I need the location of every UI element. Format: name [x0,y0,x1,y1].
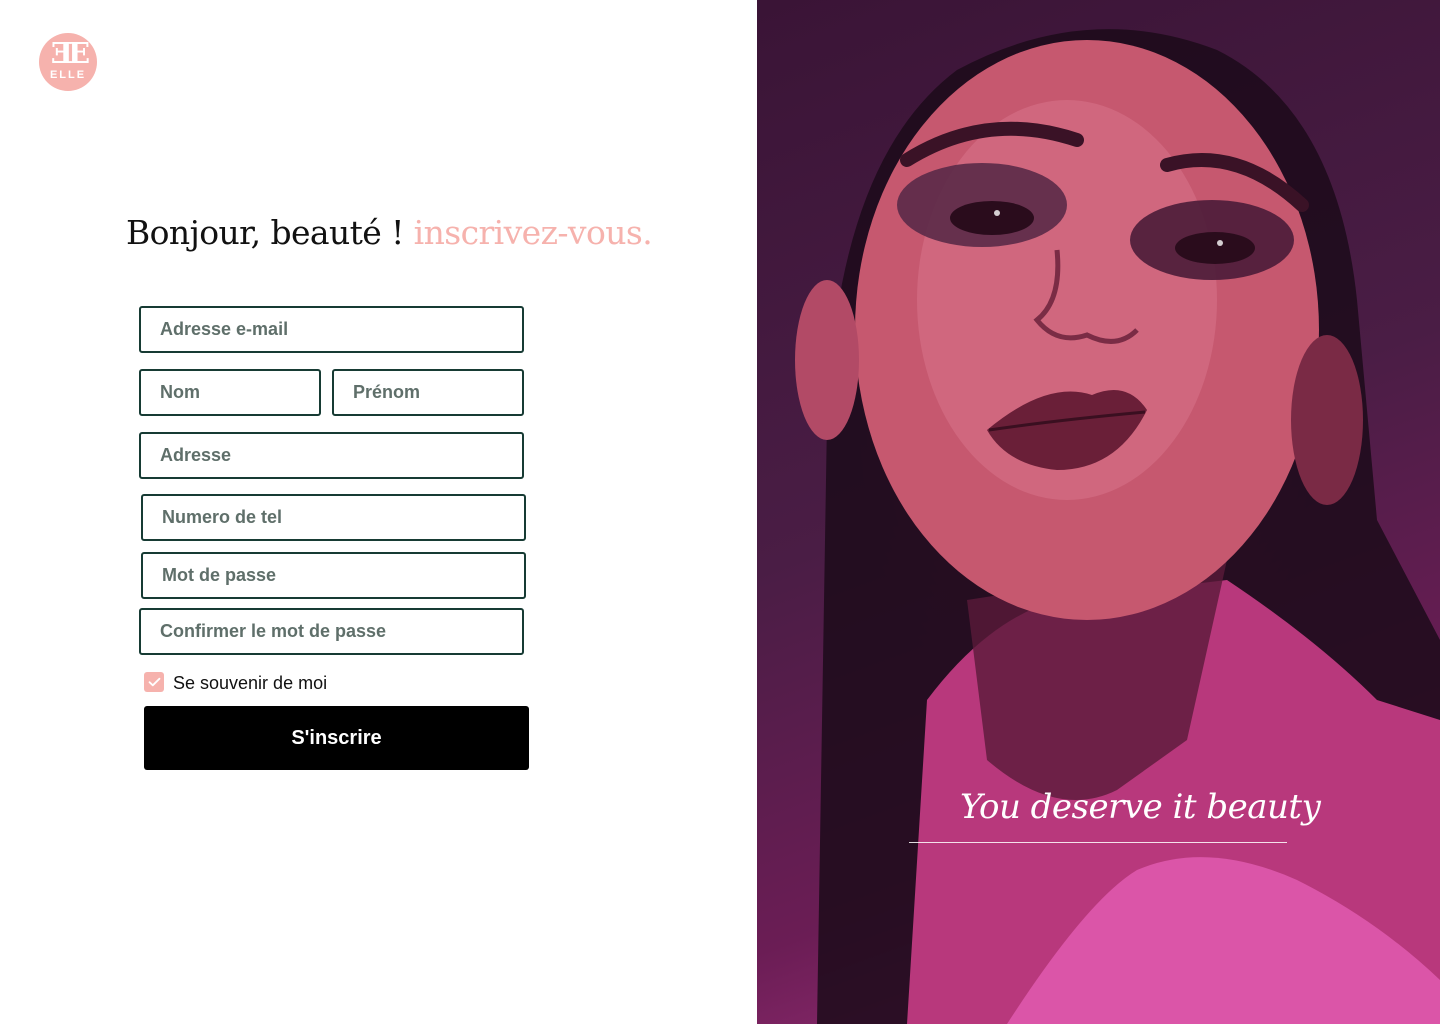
address-field[interactable] [139,432,524,479]
portrait-illustration [795,29,1440,1024]
confirm-password-field[interactable] [139,608,524,655]
logo-text: ELLE [49,69,87,81]
firstname-field[interactable] [332,369,524,416]
remember-checkbox[interactable] [144,672,164,692]
email-field[interactable] [139,306,524,353]
lastname-field[interactable] [139,369,321,416]
remember-label: Se souvenir de moi [173,673,328,693]
hero-image: You deserve it beauty [757,0,1440,1024]
title-accent: inscrivez-vous. [413,213,653,252]
signup-panel: ƎE ELLE Bonjour, beauté ! inscrivez-vous… [0,0,757,1024]
signup-button[interactable]: S'inscrire [144,706,529,770]
phone-field[interactable] [141,494,526,541]
password-field[interactable] [141,552,526,599]
page-title: Bonjour, beauté ! inscrivez-vous. [126,211,746,255]
tagline-underline [909,842,1287,843]
check-icon [148,677,160,687]
hero-tagline: You deserve it beauty [960,787,1321,827]
title-greeting: Bonjour, beauté ! [126,213,404,252]
logo-mark: ƎE [50,36,90,70]
elle-logo[interactable]: ƎE ELLE [39,33,97,91]
